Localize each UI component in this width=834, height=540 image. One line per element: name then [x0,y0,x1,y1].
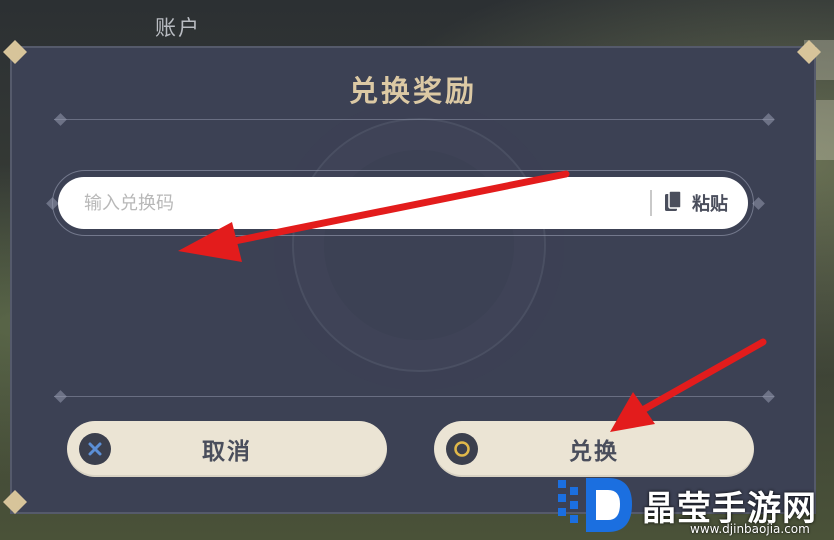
arrow-to-redeem-button [610,338,767,432]
annotation-arrows [178,170,767,432]
arrow-to-input [178,170,570,262]
watermark-logo-icon [558,478,632,532]
watermark-url: www.djinbaojia.com [690,522,810,536]
screen: 账户 兑换奖励 粘贴 [0,0,834,540]
